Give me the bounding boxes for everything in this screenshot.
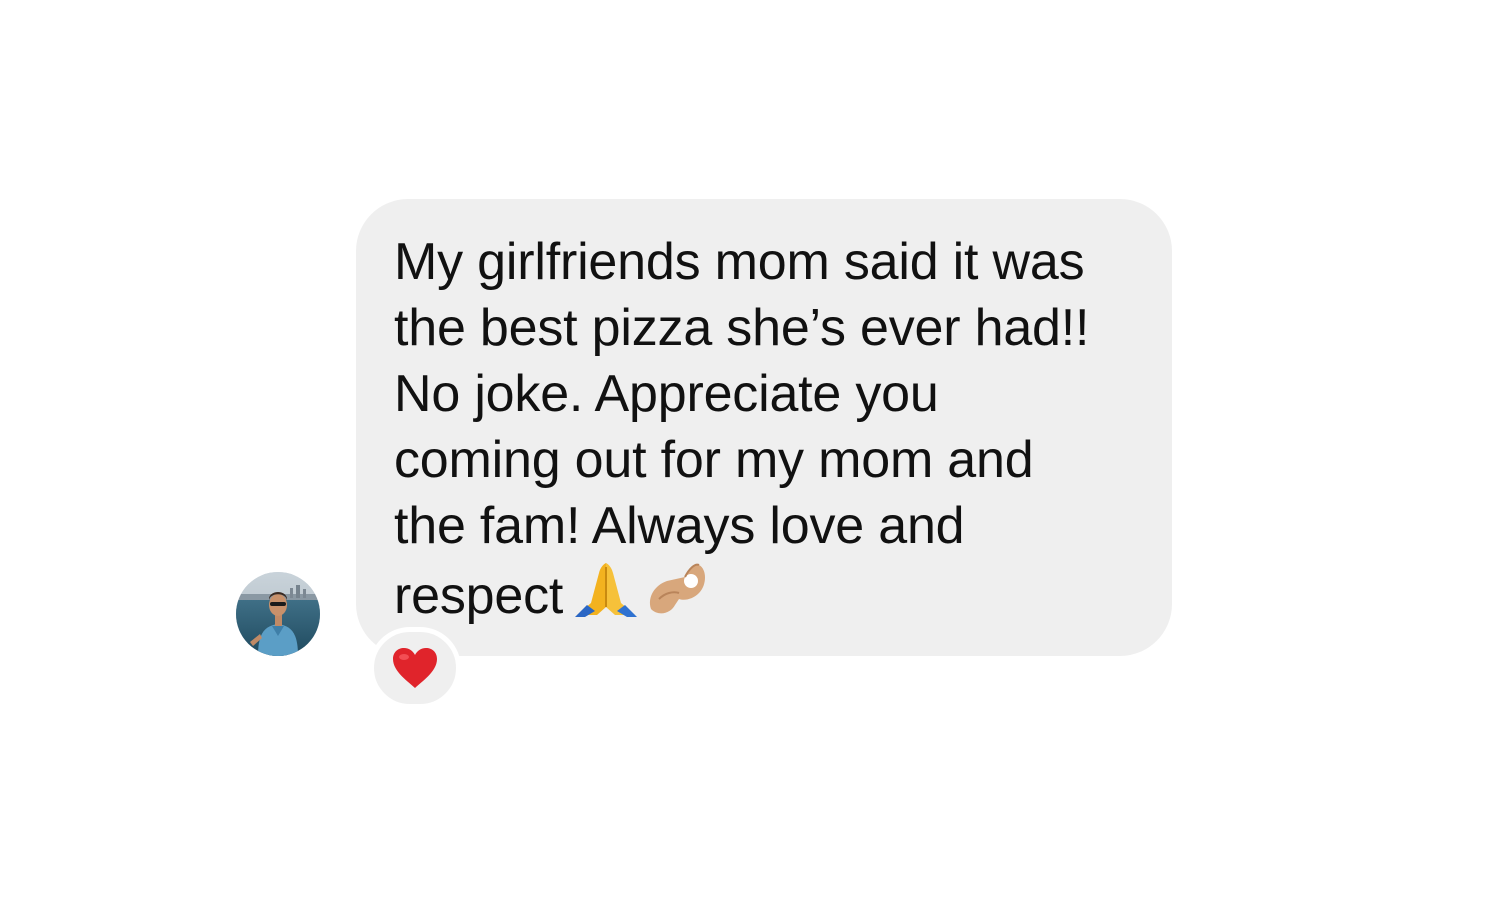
message-line: the best pizza she’s ever had!! [394,299,1090,357]
message-last-line: respect [394,559,1142,629]
message-line: the fam! Always love and [394,497,965,555]
folded-hands-emoji-icon [575,563,638,617]
message-line: coming out for my mom and [394,431,1034,489]
reaction-badge[interactable] [369,627,461,709]
message-line-text: respect [394,567,564,625]
message-thread-screen: My girlfriends mom said it was the best … [0,0,1501,920]
trailing-emojis [573,559,709,617]
message-bubble[interactable]: My girlfriends mom said it was the best … [356,199,1172,656]
message-line: My girlfriends mom said it was [394,233,1085,291]
profile-photo-avatar-icon [236,572,320,656]
ok-hand-emoji-icon [650,563,706,614]
message-line: No joke. Appreciate you [394,365,939,423]
sender-avatar[interactable] [236,572,320,656]
red-heart-emoji-icon [393,648,437,688]
